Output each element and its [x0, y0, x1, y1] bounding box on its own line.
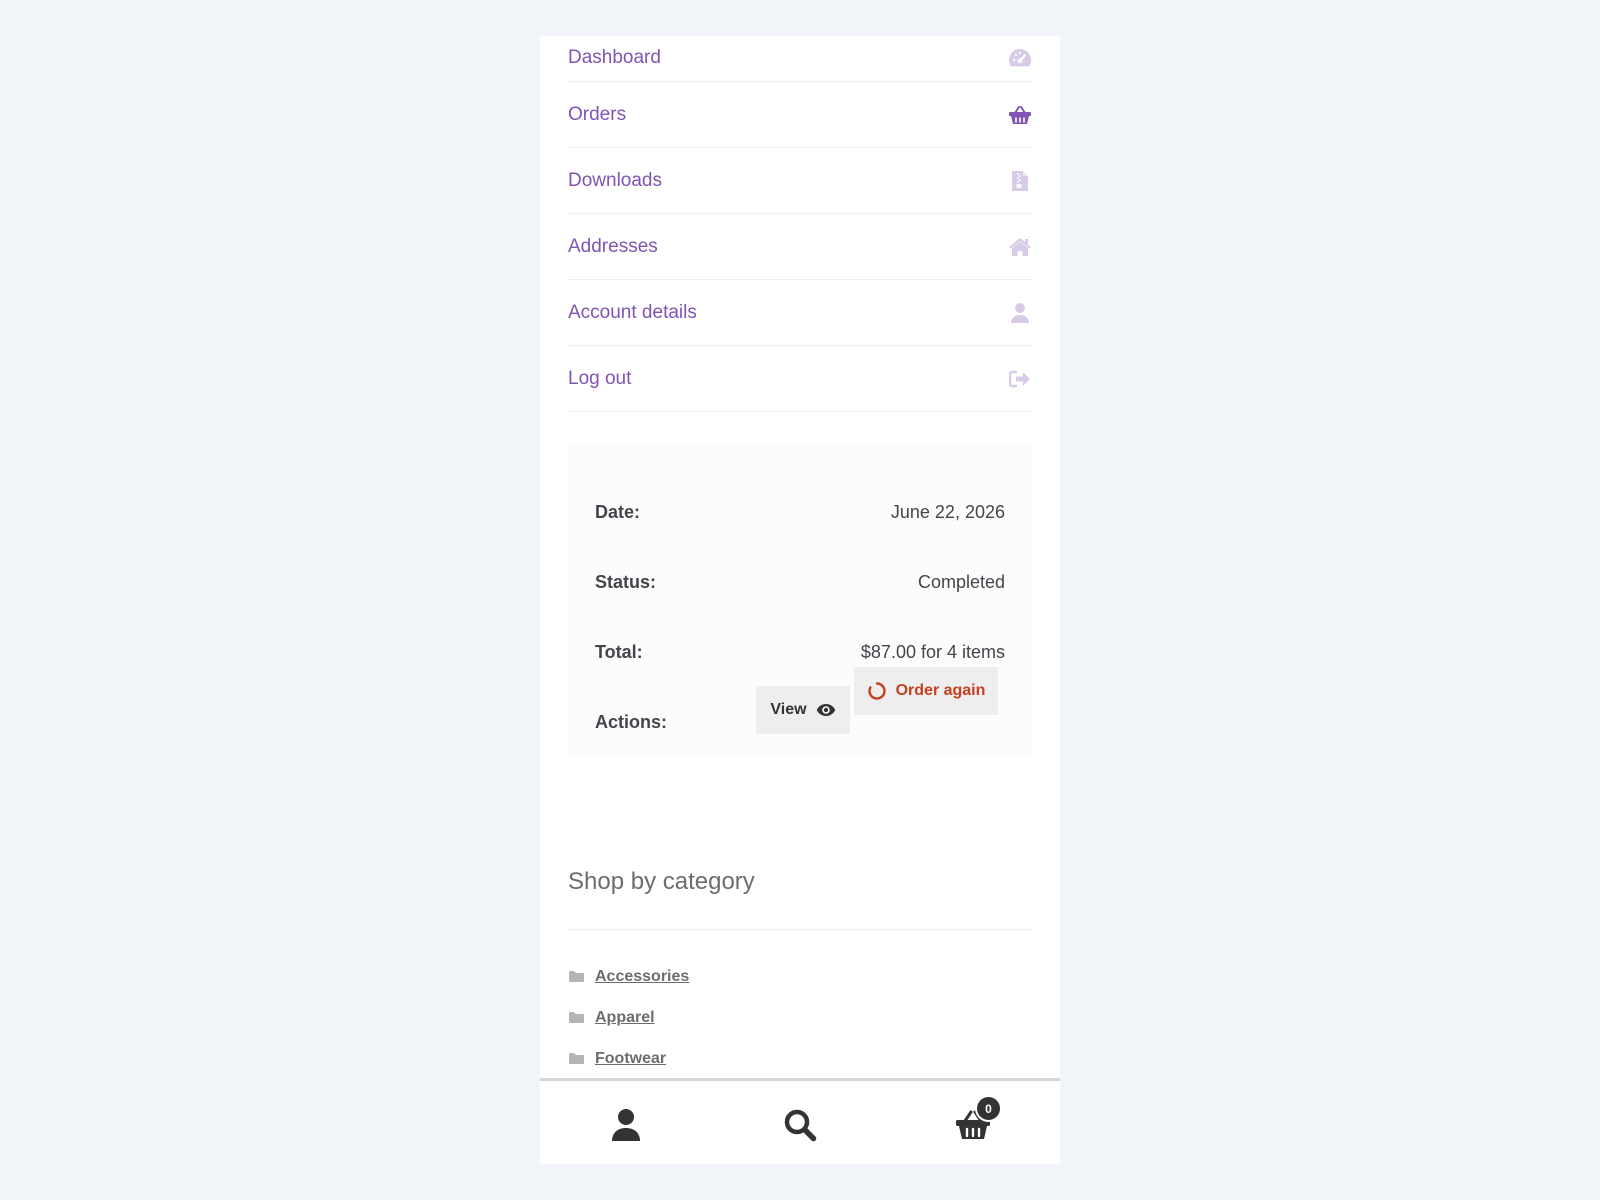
date-label: Date:: [595, 501, 641, 522]
nav-item-log-out[interactable]: Log out: [568, 346, 1032, 412]
category-link-apparel[interactable]: Apparel: [595, 1009, 655, 1027]
cart-count-badge: 0: [975, 1095, 1002, 1122]
home-icon: [1008, 235, 1032, 259]
nav-item-downloads[interactable]: Downloads: [568, 148, 1032, 214]
nav-item-dashboard[interactable]: Dashboard: [568, 36, 1032, 82]
footer-account-button[interactable]: [606, 1105, 646, 1145]
shop-by-category-title: Shop by category: [568, 868, 755, 895]
nav-label-addresses: Addresses: [568, 235, 658, 257]
nav-label-account-details: Account details: [568, 301, 697, 323]
user-icon: [1008, 301, 1032, 325]
order-summary-card: Date: June 22, 2026 Status: Completed To…: [568, 444, 1032, 754]
folder-icon: [569, 1012, 584, 1023]
nav-label-orders: Orders: [568, 103, 627, 125]
date-value: June 22, 2026: [890, 501, 1005, 522]
nav-label-dashboard: Dashboard: [568, 46, 661, 68]
order-status-row: Status: Completed: [595, 567, 1005, 597]
handheld-footer-bar: 0: [540, 1078, 1060, 1164]
search-icon: [784, 1109, 817, 1142]
nav-label-log-out: Log out: [568, 367, 632, 389]
logout-icon: [1008, 367, 1032, 391]
category-item: Footwear: [568, 1038, 689, 1079]
account-navigation: Dashboard Orders Downloads Addresses Acc…: [568, 36, 1032, 412]
view-order-button[interactable]: View: [756, 686, 850, 734]
view-button-label: View: [770, 701, 807, 718]
order-total-row: Total: $87.00 for 4 items: [595, 637, 1005, 667]
actions-label: Actions:: [595, 711, 667, 732]
order-date-row: Date: June 22, 2026: [595, 497, 1005, 527]
refresh-icon: [867, 682, 886, 700]
category-link-accessories[interactable]: Accessories: [595, 968, 689, 986]
order-again-label: Order again: [895, 682, 986, 699]
nav-label-downloads: Downloads: [568, 169, 662, 191]
category-item: Apparel: [568, 997, 689, 1038]
user-icon: [612, 1109, 640, 1141]
dashboard-icon: [1008, 46, 1032, 70]
section-divider: [568, 929, 1032, 930]
folder-icon: [569, 971, 584, 982]
total-label: Total:: [595, 641, 643, 662]
file-icon: [1008, 169, 1032, 193]
category-item: Accessories: [568, 956, 689, 997]
nav-item-account-details[interactable]: Account details: [568, 280, 1032, 346]
status-label: Status:: [595, 571, 657, 592]
category-list: Accessories Apparel Footwear: [568, 956, 689, 1079]
eye-icon: [816, 704, 835, 716]
total-value: $87.00 for 4 items: [860, 641, 1005, 662]
status-value: Completed: [917, 571, 1005, 592]
basket-icon: [1008, 103, 1032, 127]
nav-item-orders[interactable]: Orders: [568, 82, 1032, 148]
folder-icon: [569, 1053, 584, 1064]
mobile-page: Dashboard Orders Downloads Addresses Acc…: [540, 36, 1060, 1164]
order-again-button[interactable]: Order again: [854, 667, 998, 715]
nav-item-addresses[interactable]: Addresses: [568, 214, 1032, 280]
footer-search-button[interactable]: [780, 1105, 820, 1145]
category-link-footwear[interactable]: Footwear: [595, 1050, 666, 1068]
